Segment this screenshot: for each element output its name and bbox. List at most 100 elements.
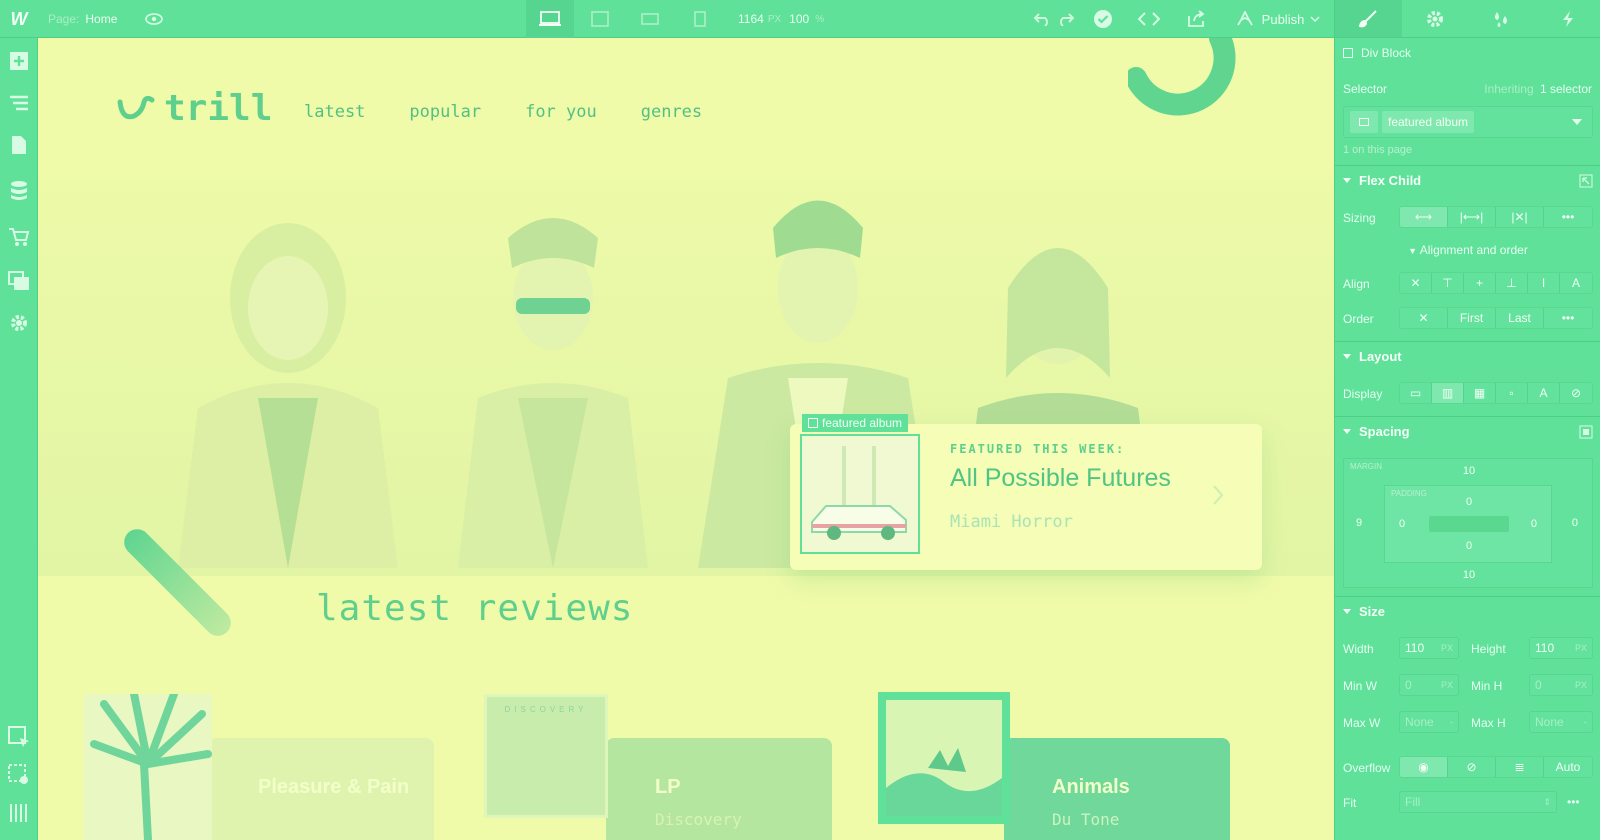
selected-element-label: featured album <box>802 414 909 432</box>
min-width-unit: PX <box>1440 680 1453 690</box>
section-size[interactable]: Size <box>1335 596 1600 626</box>
min-height-input[interactable]: 0 PX <box>1529 674 1593 696</box>
no-shrink-sizing-icon[interactable]: |✕| <box>1496 207 1544 227</box>
align-top-icon[interactable]: ⊤ <box>1432 273 1464 293</box>
overflow-auto-button[interactable]: Auto <box>1544 757 1592 777</box>
preview-mode-icon[interactable] <box>6 762 32 788</box>
page-selector[interactable]: Page: Home <box>48 0 117 38</box>
pages-icon[interactable] <box>6 132 32 158</box>
more-options-icon[interactable]: ••• <box>1544 308 1592 328</box>
nav-latest[interactable]: latest <box>304 102 365 122</box>
chevron-right-icon[interactable] <box>1212 484 1224 506</box>
tab-style[interactable] <box>1335 0 1402 37</box>
div-block-icon <box>808 418 818 428</box>
grid-overlay-icon[interactable] <box>6 800 32 826</box>
height-value: 110 <box>1535 641 1555 655</box>
site-logo[interactable]: trill <box>116 88 272 129</box>
align-stretch-icon[interactable]: I <box>1528 273 1560 293</box>
webflow-logo[interactable]: W <box>0 0 38 38</box>
selector-class-chip[interactable]: featured album <box>1382 111 1475 133</box>
cms-database-icon[interactable] <box>6 178 32 204</box>
audit-check-icon[interactable] <box>1090 0 1116 38</box>
display-inline-block-icon[interactable]: ▫ <box>1496 383 1528 403</box>
featured-album-card[interactable]: FEATURED THIS WEEK: All Possible Futures… <box>790 424 1262 570</box>
sizing-options: ⟷ |⟷| |✕| ••• <box>1399 206 1593 228</box>
order-first-button[interactable]: First <box>1448 308 1496 328</box>
margin-right-value[interactable]: 0 <box>1572 517 1578 529</box>
expand-arrow-icon[interactable] <box>1579 174 1593 188</box>
selector-field[interactable]: featured album <box>1343 106 1593 138</box>
section-flex-child[interactable]: Flex Child <box>1335 165 1600 195</box>
width-unit: PX <box>1440 643 1453 653</box>
overflow-visible-eye-icon[interactable]: ◉ <box>1400 757 1448 777</box>
align-baseline-icon[interactable]: A <box>1560 273 1592 293</box>
padding-box[interactable]: PADDING 0 0 0 0 <box>1384 485 1552 563</box>
margin-left-value[interactable]: 9 <box>1356 517 1362 529</box>
max-height-input[interactable]: None - <box>1529 711 1593 733</box>
more-options-icon[interactable]: ••• <box>1544 207 1592 227</box>
overflow-hidden-icon[interactable]: ⊘ <box>1448 757 1496 777</box>
max-height-label: Max H <box>1471 716 1506 730</box>
tablet-landscape-icon[interactable] <box>576 0 624 38</box>
align-center-icon[interactable]: + <box>1464 273 1496 293</box>
order-none-icon[interactable]: ✕ <box>1400 308 1448 328</box>
overflow-scroll-icon[interactable]: ≣ <box>1496 757 1544 777</box>
tab-interactions[interactable] <box>1535 0 1600 37</box>
padding-top-value[interactable]: 0 <box>1385 496 1553 508</box>
design-canvas[interactable]: trill latest popular for you genres late… <box>38 38 1334 840</box>
section-spacing[interactable]: Spacing <box>1335 416 1600 446</box>
display-flex-icon[interactable]: ▥ <box>1432 383 1464 403</box>
order-last-button[interactable]: Last <box>1496 308 1544 328</box>
redo-icon[interactable] <box>1054 0 1078 38</box>
align-bottom-icon[interactable]: ⊥ <box>1496 273 1528 293</box>
margin-box[interactable]: MARGIN 10 10 9 0 PADDING 0 0 0 0 <box>1343 458 1593 588</box>
featured-artist: Miami Horror <box>950 512 1073 532</box>
featured-album-cover[interactable] <box>800 434 920 554</box>
height-input[interactable]: 110 PX <box>1529 637 1593 659</box>
inheriting-info[interactable]: Inheriting 1 selector <box>1484 82 1592 96</box>
padding-right-value[interactable]: 0 <box>1531 518 1537 530</box>
navigator-icon[interactable] <box>6 90 32 116</box>
max-width-input[interactable]: None - <box>1399 711 1459 733</box>
tab-style-manager[interactable] <box>1468 0 1535 37</box>
nav-genres[interactable]: genres <box>641 102 702 122</box>
more-options-icon[interactable]: ••• <box>1567 795 1580 809</box>
display-block-icon[interactable]: ▭ <box>1400 383 1432 403</box>
display-grid-icon[interactable]: ▦ <box>1464 383 1496 403</box>
fit-select[interactable]: Fill ⇕ <box>1399 791 1557 813</box>
margin-bottom-value[interactable]: 10 <box>1344 569 1594 581</box>
add-panel-icon[interactable] <box>6 48 32 74</box>
share-icon[interactable] <box>1184 0 1210 38</box>
nav-for-you[interactable]: for you <box>525 102 597 122</box>
display-none-icon[interactable]: ⊘ <box>1560 383 1592 403</box>
tab-settings[interactable] <box>1402 0 1469 37</box>
ecommerce-cart-icon[interactable] <box>6 224 32 250</box>
mobile-portrait-icon[interactable] <box>676 0 724 38</box>
publish-button[interactable]: Publish <box>1228 0 1328 38</box>
nav-popular[interactable]: popular <box>409 102 481 122</box>
undo-icon[interactable] <box>1030 0 1054 38</box>
chevron-down-icon[interactable] <box>1572 119 1582 125</box>
width-input[interactable]: 110 PX <box>1399 637 1459 659</box>
select-element-icon[interactable] <box>6 724 32 750</box>
shrink-sizing-icon[interactable]: ⟷ <box>1400 207 1448 227</box>
rocket-icon <box>1236 11 1253 26</box>
desktop-view-icon[interactable] <box>526 0 574 38</box>
assets-images-icon[interactable] <box>6 268 32 294</box>
display-inline-icon[interactable]: A <box>1528 383 1560 403</box>
section-title: Spacing <box>1359 424 1410 439</box>
alignment-order-toggle[interactable]: ▼ Alignment and order <box>1335 243 1600 257</box>
mobile-landscape-icon[interactable] <box>626 0 674 38</box>
section-layout[interactable]: Layout <box>1335 341 1600 371</box>
margin-top-value[interactable]: 10 <box>1344 465 1594 477</box>
min-width-input[interactable]: 0 PX <box>1399 674 1459 696</box>
padding-bottom-value[interactable]: 0 <box>1385 540 1553 552</box>
selector-usage-count: 1 on this page <box>1343 144 1413 156</box>
preview-eye-icon[interactable] <box>142 0 166 38</box>
align-none-icon[interactable]: ✕ <box>1400 273 1432 293</box>
padding-left-value[interactable]: 0 <box>1399 518 1405 530</box>
code-export-icon[interactable] <box>1136 0 1162 38</box>
settings-gear-icon[interactable] <box>6 310 32 336</box>
spacing-box-icon[interactable] <box>1579 425 1593 439</box>
grow-sizing-icon[interactable]: |⟷| <box>1448 207 1496 227</box>
